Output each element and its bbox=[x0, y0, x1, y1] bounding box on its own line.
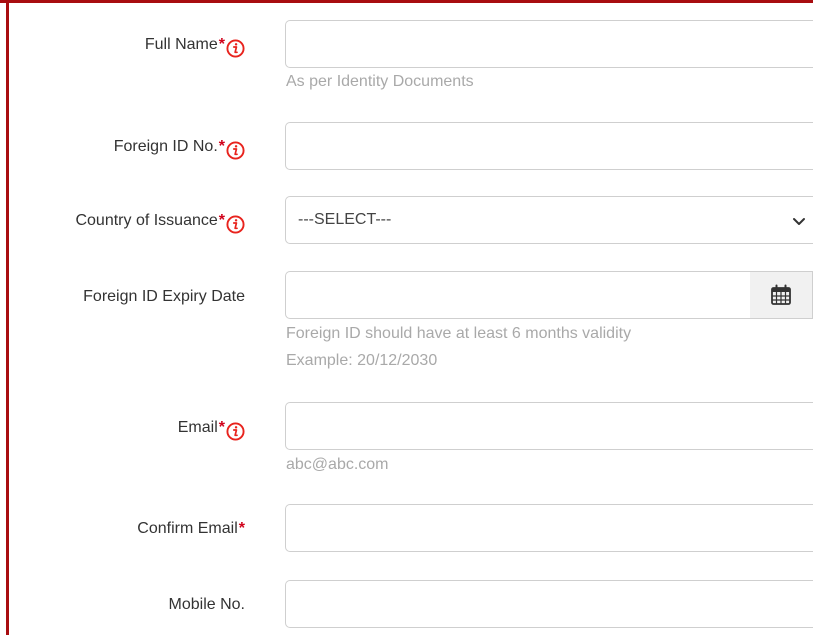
chevron-down-icon bbox=[793, 218, 805, 225]
email-input[interactable] bbox=[285, 402, 813, 450]
foreign-id-label-text: Foreign ID No. bbox=[113, 138, 218, 155]
full-name-help: As per Identity Documents bbox=[286, 73, 474, 90]
calendar-button[interactable] bbox=[750, 271, 813, 319]
full-name-label: Full Name * bbox=[144, 35, 245, 58]
required-asterisk: * bbox=[218, 138, 225, 155]
expiry-label-text: Foreign ID Expiry Date bbox=[83, 288, 245, 305]
foreign-id-label: Foreign ID No. * bbox=[113, 137, 245, 160]
confirm-email-label: Confirm Email * bbox=[137, 519, 245, 539]
form-frame-left-border bbox=[6, 0, 9, 635]
full-name-label-text: Full Name bbox=[144, 36, 218, 53]
mobile-label: Mobile No. bbox=[169, 595, 245, 615]
expiry-help-validity: Foreign ID should have at least 6 months… bbox=[286, 325, 632, 342]
required-asterisk: * bbox=[218, 212, 225, 229]
info-icon[interactable] bbox=[226, 421, 245, 441]
required-asterisk: * bbox=[238, 520, 245, 537]
expiry-date-input[interactable] bbox=[285, 271, 751, 319]
info-icon[interactable] bbox=[226, 214, 245, 234]
expiry-label: Foreign ID Expiry Date bbox=[83, 287, 245, 307]
confirm-email-label-text: Confirm Email bbox=[137, 520, 238, 537]
calendar-icon bbox=[771, 284, 791, 305]
confirm-email-input[interactable] bbox=[285, 504, 813, 552]
country-label-text: Country of Issuance bbox=[75, 212, 218, 229]
mobile-label-text: Mobile No. bbox=[168, 596, 245, 613]
full-name-input[interactable] bbox=[285, 20, 813, 68]
email-label-text: Email bbox=[177, 419, 218, 436]
required-asterisk: * bbox=[218, 36, 225, 53]
country-select[interactable]: ---SELECT--- bbox=[285, 196, 813, 244]
country-label: Country of Issuance * bbox=[75, 211, 245, 234]
mobile-input[interactable] bbox=[285, 580, 813, 628]
email-help: abc@abc.com bbox=[286, 456, 389, 473]
info-icon[interactable] bbox=[226, 140, 245, 160]
form-frame-top-border bbox=[0, 0, 813, 3]
foreign-id-input[interactable] bbox=[285, 122, 813, 170]
info-icon[interactable] bbox=[226, 38, 245, 58]
expiry-help-example: Example: 20/12/2030 bbox=[286, 352, 438, 369]
email-label: Email * bbox=[177, 418, 245, 441]
required-asterisk: * bbox=[218, 419, 225, 436]
country-selected-value: ---SELECT--- bbox=[298, 211, 392, 228]
